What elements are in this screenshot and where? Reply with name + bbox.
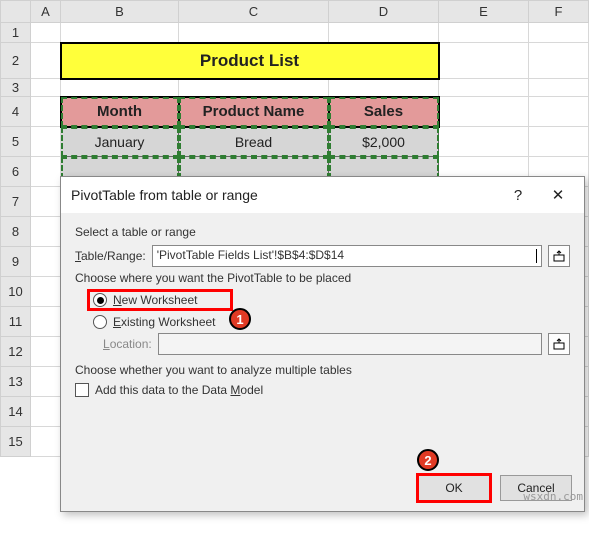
dialog-title: PivotTable from table or range	[71, 187, 498, 203]
col-F[interactable]: F	[529, 1, 589, 23]
row-13[interactable]: 13	[1, 367, 31, 397]
pivottable-dialog: PivotTable from table or range ? ✕ Selec…	[60, 176, 585, 512]
section-select-range: Select a table or range	[75, 225, 570, 239]
row-2[interactable]: 2	[1, 43, 31, 79]
data-model-label[interactable]: Add this data to the Data Model	[95, 383, 263, 397]
row-11[interactable]: 11	[1, 307, 31, 337]
radio-existing-worksheet[interactable]	[93, 315, 107, 329]
range-picker-button[interactable]	[548, 245, 570, 267]
section-placement: Choose where you want the PivotTable to …	[75, 271, 570, 285]
cell-B5[interactable]: January	[61, 127, 179, 157]
row-15[interactable]: 15	[1, 427, 31, 457]
location-label: Location:	[103, 337, 152, 351]
collapse-icon	[553, 250, 565, 262]
row-1[interactable]: 1	[1, 23, 31, 43]
cell-C5[interactable]: Bread	[179, 127, 329, 157]
row-7[interactable]: 7	[1, 187, 31, 217]
title-cell[interactable]: Product List	[61, 43, 439, 79]
header-sales[interactable]: Sales	[329, 97, 439, 127]
close-icon: ✕	[552, 186, 565, 204]
collapse-icon	[553, 338, 565, 350]
ok-button[interactable]: OK	[418, 475, 490, 501]
section-multiple-tables: Choose whether you want to analyze multi…	[75, 363, 570, 377]
row-14[interactable]: 14	[1, 397, 31, 427]
col-C[interactable]: C	[179, 1, 329, 23]
header-product[interactable]: Product Name	[179, 97, 329, 127]
dialog-titlebar[interactable]: PivotTable from table or range ? ✕	[61, 177, 584, 213]
table-range-input[interactable]: 'PivotTable Fields List'!$B$4:$D$14	[152, 245, 542, 267]
location-picker-button	[548, 333, 570, 355]
col-B[interactable]: B	[61, 1, 179, 23]
header-month[interactable]: Month	[61, 97, 179, 127]
table-range-label: Table/Range:	[75, 249, 146, 263]
watermark: wsxdn.com	[523, 490, 583, 503]
close-button[interactable]: ✕	[538, 180, 578, 210]
data-model-checkbox[interactable]	[75, 383, 89, 397]
help-button[interactable]: ?	[498, 180, 538, 210]
location-input	[158, 333, 542, 355]
cell-D5[interactable]: $2,000	[329, 127, 439, 157]
row-4[interactable]: 4	[1, 97, 31, 127]
radio-new-worksheet[interactable]	[93, 293, 107, 307]
annotation-2: 2	[417, 449, 439, 471]
row-8[interactable]: 8	[1, 217, 31, 247]
row-10[interactable]: 10	[1, 277, 31, 307]
col-D[interactable]: D	[329, 1, 439, 23]
col-E[interactable]: E	[439, 1, 529, 23]
row-3[interactable]: 3	[1, 79, 31, 97]
col-A[interactable]: A	[31, 1, 61, 23]
row-5[interactable]: 5	[1, 127, 31, 157]
row-6[interactable]: 6	[1, 157, 31, 187]
radio-existing-worksheet-label[interactable]: Existing Worksheet	[113, 315, 216, 329]
column-headers: A B C D E F	[1, 1, 589, 23]
annotation-1: 1	[229, 308, 251, 330]
row-12[interactable]: 12	[1, 337, 31, 367]
radio-new-worksheet-label[interactable]: New Worksheet	[113, 293, 197, 307]
row-9[interactable]: 9	[1, 247, 31, 277]
